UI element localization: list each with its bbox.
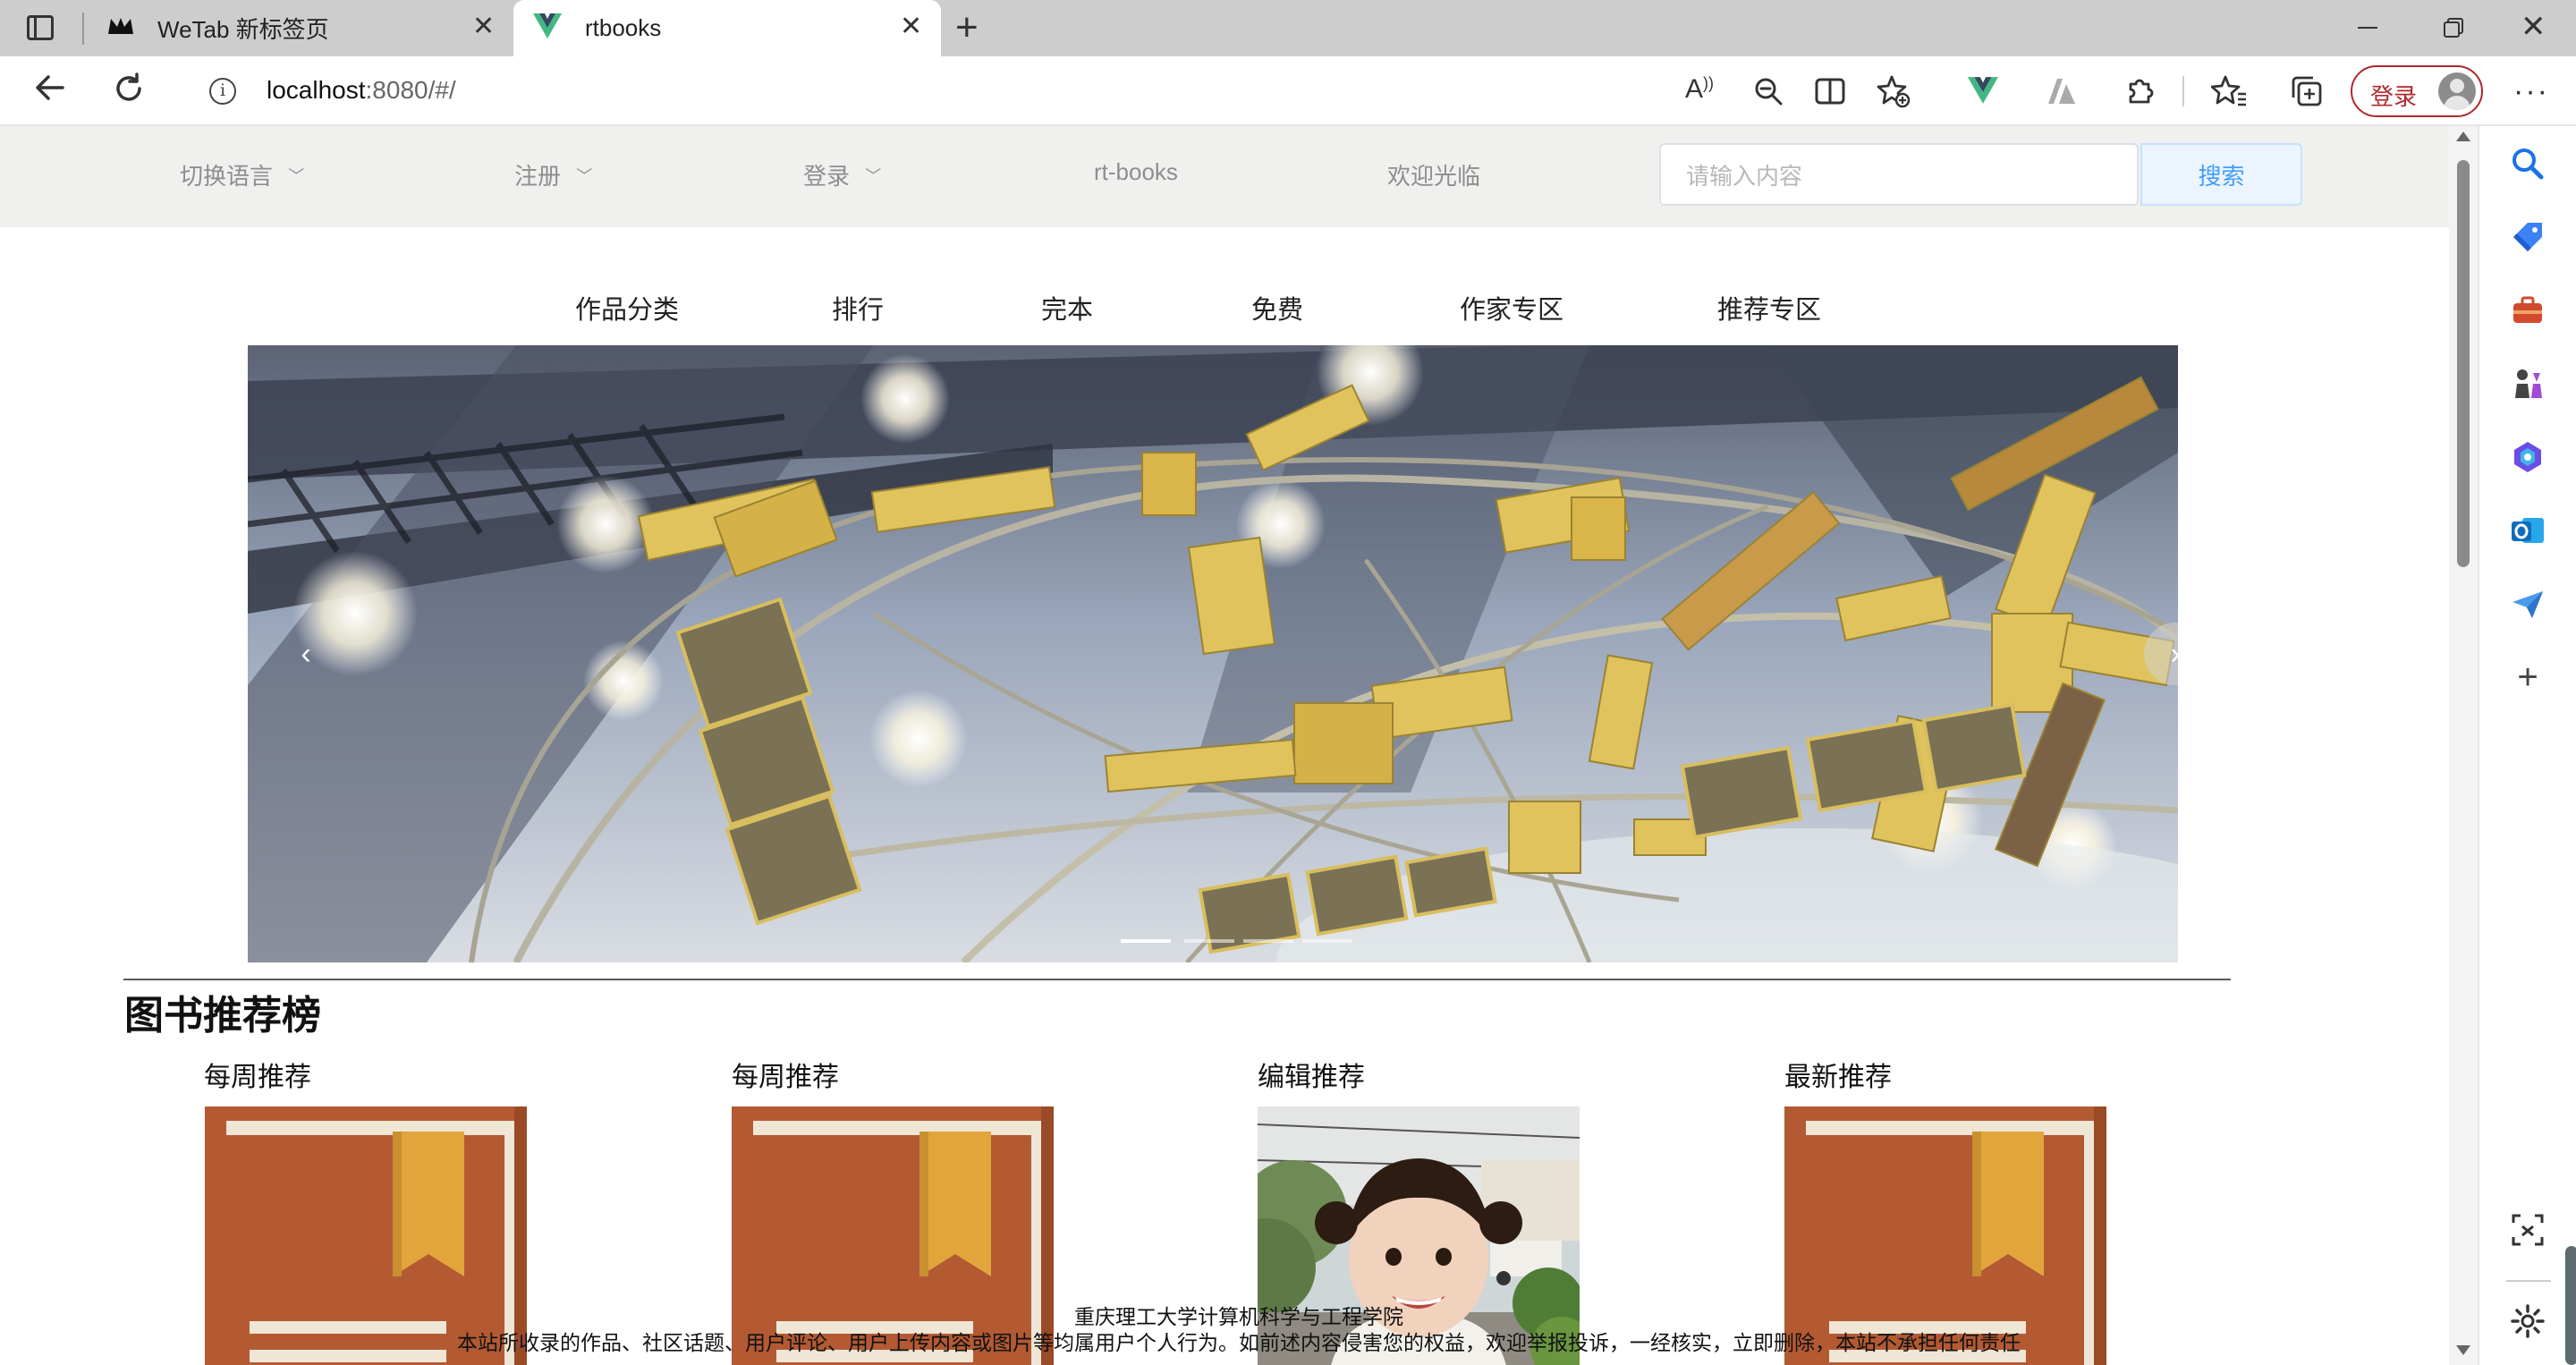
language-dropdown[interactable]: 切换语言 ﹀ [180, 158, 304, 191]
url-text: localhost:8080/#/ [267, 76, 456, 105]
chevron-down-icon: ﹀ [865, 167, 882, 185]
browser-sidebar: + [2478, 126, 2576, 1365]
site-top-nav: 切换语言 ﹀ 注册 ﹀ 登录 ﹀ rt-books 欢迎光临 搜索 [0, 126, 2449, 227]
search-button[interactable]: 搜索 [2140, 143, 2302, 206]
nav-category-free[interactable]: 免费 [1251, 289, 1303, 326]
scroll-down-arrow-icon[interactable] [2456, 1345, 2470, 1355]
sidebar-divider [2506, 1280, 2551, 1282]
close-icon[interactable]: ✕ [472, 11, 495, 42]
register-dropdown[interactable]: 注册 ﹀ [514, 158, 592, 191]
wetab-crown-icon [107, 16, 134, 40]
games-chess-icon[interactable] [2504, 360, 2551, 407]
back-arrow-icon[interactable] [32, 72, 68, 112]
add-favorite-icon[interactable] [1877, 74, 1911, 113]
url-host: localhost [267, 76, 366, 104]
welcome-text: 欢迎光临 [1387, 163, 1481, 190]
collections-icon[interactable] [2290, 74, 2324, 113]
settings-gear-icon[interactable] [2504, 1298, 2551, 1344]
nav-category-complete[interactable]: 完本 [1041, 289, 1093, 326]
close-window-icon[interactable]: ✕ [2521, 9, 2546, 45]
section-divider [123, 979, 2231, 980]
restore-icon[interactable] [2444, 18, 2463, 38]
info-icon[interactable]: i [209, 78, 236, 105]
card-label: 编辑推荐 [1258, 1063, 1365, 1092]
extension-gray-icon[interactable] [2046, 79, 2077, 108]
extensions-puzzle-icon[interactable] [2123, 75, 2156, 112]
chevron-down-icon: ﹀ [576, 167, 593, 185]
nav-category-authors[interactable]: 作家专区 [1460, 289, 1563, 326]
card-label: 最新推荐 [1784, 1063, 1892, 1092]
tab-title: rtbooks [585, 14, 662, 41]
card-label: 每周推荐 [204, 1063, 311, 1092]
carousel-indicator-3[interactable] [1243, 939, 1293, 943]
scrollbar-thumb[interactable] [2457, 160, 2470, 567]
tab-rtbooks[interactable]: rtbooks ✕ [513, 0, 941, 56]
split-screen-icon[interactable] [1814, 76, 1846, 111]
tools-briefcase-icon[interactable] [2504, 287, 2551, 334]
scroll-up-arrow-icon[interactable] [2456, 131, 2470, 141]
brand-link[interactable]: rt-books [1094, 158, 1178, 186]
shopping-tag-icon[interactable] [2504, 214, 2551, 260]
outlook-icon[interactable] [2504, 507, 2551, 554]
address-bar[interactable]: i localhost:8080/#/ A)) [177, 64, 1930, 119]
zoom-out-icon[interactable] [1753, 76, 1784, 111]
favorites-icon[interactable] [2210, 74, 2247, 113]
carousel-prev-button[interactable]: ‹ [275, 623, 337, 685]
sidebar-edge-handle[interactable] [2565, 1246, 2576, 1365]
copilot-icon[interactable] [2504, 434, 2551, 480]
search-icon[interactable] [2504, 140, 2551, 187]
close-icon[interactable]: ✕ [900, 11, 922, 42]
search-box [1659, 143, 2139, 206]
browser-toolbar: i localhost:8080/#/ A)) 登录 ··· [0, 56, 2576, 126]
toolbar-divider [2182, 76, 2184, 106]
section-title: 图书推荐榜 [124, 994, 321, 1038]
nav-category-recommend[interactable]: 推荐专区 [1717, 289, 1821, 326]
browser-tab-bar: WeTab 新标签页 ✕ rtbooks ✕ + ✕ [0, 0, 2576, 56]
minimize-icon[interactable] [2358, 27, 2377, 29]
avatar [2438, 72, 2476, 110]
tab-wetab[interactable]: WeTab 新标签页 ✕ [89, 0, 510, 56]
carousel-slide-image [248, 345, 2178, 962]
tab-actions-icon[interactable] [27, 15, 54, 40]
nav-category-works[interactable]: 作品分类 [575, 289, 679, 326]
screenshot-icon[interactable] [2504, 1207, 2551, 1253]
search-input[interactable] [1661, 145, 2137, 204]
hero-carousel[interactable]: ‹ › [248, 345, 2178, 962]
new-tab-icon[interactable]: + [955, 5, 979, 50]
card-label: 每周推荐 [732, 1063, 839, 1092]
chevron-down-icon: ﹀ [288, 167, 305, 185]
footer-disclaimer: 本站所收录的作品、社区话题、用户评论、用户上传内容或图片等均属用户个人行为。如前… [457, 1331, 2021, 1354]
more-menu-icon[interactable]: ··· [2513, 74, 2549, 109]
profile-login-label: 登录 [2370, 83, 2418, 110]
page-scrollbar[interactable] [2449, 126, 2478, 1365]
vue-logo-icon [533, 13, 562, 43]
carousel-indicator-1[interactable] [1121, 939, 1171, 943]
profile-login-button[interactable]: 登录 [2351, 65, 2483, 117]
carousel-indicator-2[interactable] [1184, 939, 1234, 943]
tab-divider [82, 13, 84, 45]
login-dropdown[interactable]: 登录 ﹀ [803, 158, 881, 191]
nav-category-ranking[interactable]: 排行 [832, 289, 884, 326]
register-label: 注册 [514, 163, 562, 190]
login-label: 登录 [803, 163, 851, 190]
web-page: 切换语言 ﹀ 注册 ﹀ 登录 ﹀ rt-books 欢迎光临 搜索 作品分类 排… [0, 126, 2449, 1365]
vue-devtools-icon[interactable] [1968, 77, 1998, 108]
send-paper-plane-icon[interactable] [2504, 581, 2551, 627]
read-aloud-icon[interactable]: A)) [1685, 74, 1714, 105]
url-path: :8080/#/ [365, 76, 456, 104]
carousel-indicator-4[interactable] [1302, 939, 1352, 943]
refresh-icon[interactable] [111, 72, 147, 114]
tab-title: WeTab 新标签页 [157, 16, 329, 43]
language-label: 切换语言 [180, 163, 274, 190]
add-icon[interactable]: + [2504, 654, 2551, 700]
